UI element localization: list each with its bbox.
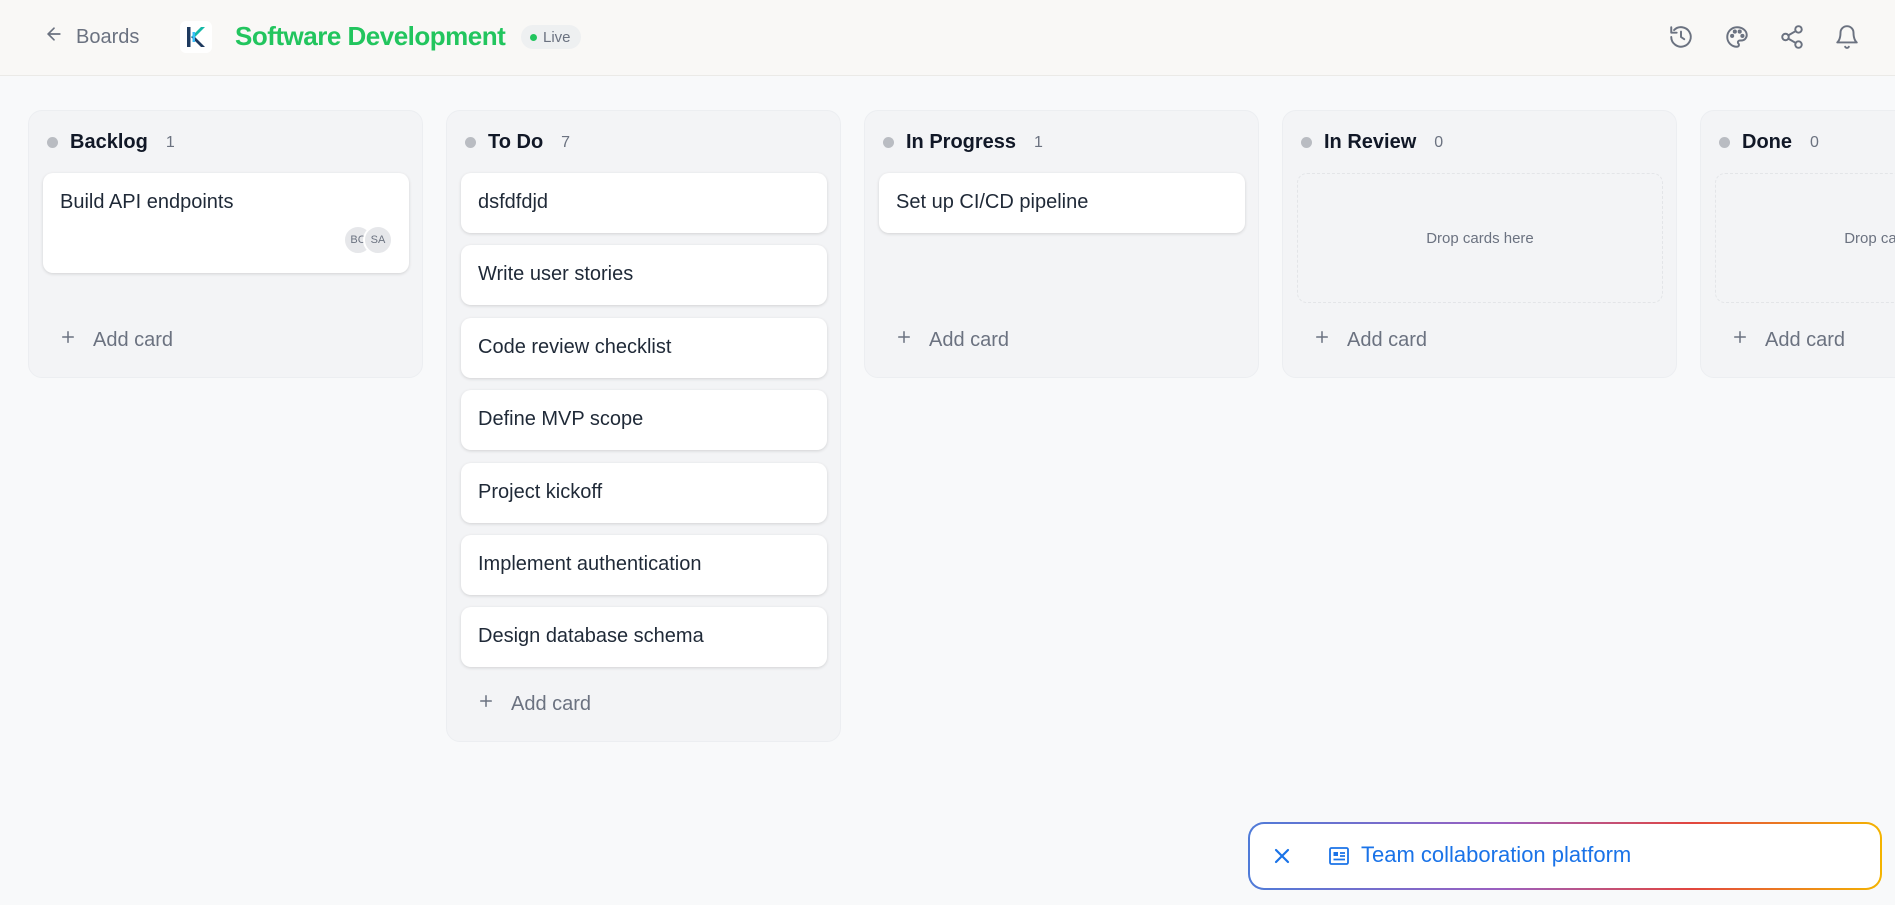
share-icon[interactable]	[1779, 24, 1805, 50]
article-icon	[1327, 844, 1351, 868]
toast-body: Team collaboration platform	[1250, 824, 1880, 888]
column-done: Done 0 Drop cards here Add card	[1700, 110, 1895, 378]
done-column-clip: Done 0 Drop cards here Add card	[1700, 110, 1895, 380]
card[interactable]: Build API endpoints BC SA	[43, 173, 409, 273]
plus-icon	[477, 692, 495, 716]
card-title: Project kickoff	[478, 481, 603, 503]
board-title: Software Development	[235, 21, 506, 51]
add-card-button[interactable]: Add card	[1731, 328, 1845, 352]
column-status-dot	[883, 137, 894, 148]
live-status-badge: Live	[521, 25, 581, 49]
column-header: In Progress 1	[883, 131, 1043, 154]
card[interactable]: dsfdfdjd	[461, 173, 827, 233]
card-dropzone[interactable]: Drop cards here	[1297, 173, 1663, 303]
dropzone-label: Drop cards here	[1844, 229, 1895, 247]
column-header: In Review 0	[1301, 131, 1443, 154]
column-count: 7	[561, 133, 571, 151]
card-title: Design database schema	[478, 625, 704, 647]
add-card-button[interactable]: Add card	[59, 328, 173, 352]
back-label: Boards	[76, 25, 140, 48]
card-title: Write user stories	[478, 263, 634, 285]
plus-icon	[1731, 328, 1749, 352]
column-title: In Review	[1324, 131, 1417, 153]
live-label: Live	[543, 28, 571, 46]
column-status-dot	[1719, 137, 1730, 148]
column-in-review: In Review 0 Drop cards here Add card	[1282, 110, 1677, 378]
column-header: Backlog 1	[47, 131, 175, 154]
column-count: 1	[1034, 133, 1043, 151]
column-status-dot	[47, 137, 58, 148]
card-title: Implement authentication	[478, 553, 702, 575]
column-title: To Do	[488, 131, 544, 153]
back-to-boards-link[interactable]: Boards	[44, 24, 139, 50]
close-icon[interactable]	[1270, 844, 1294, 868]
plus-icon	[59, 328, 77, 352]
toast-link[interactable]: Team collaboration platform	[1361, 842, 1631, 868]
card-title: Build API endpoints	[60, 191, 234, 213]
column-count: 0	[1810, 133, 1819, 151]
card[interactable]: Code review checklist	[461, 318, 827, 378]
column-status-dot	[465, 137, 476, 148]
card-title: Code review checklist	[478, 336, 672, 358]
add-card-label: Add card	[93, 328, 174, 351]
column-status-dot	[1301, 137, 1312, 148]
card[interactable]: Implement authentication	[461, 535, 827, 595]
card[interactable]: Write user stories	[461, 245, 827, 305]
add-card-label: Add card	[929, 328, 1010, 351]
column-to-do: To Do 7 dsfdfdjd Write user stories Code…	[446, 110, 841, 742]
plus-icon	[895, 328, 913, 352]
palette-icon[interactable]	[1724, 24, 1750, 50]
card-title: Define MVP scope	[478, 408, 644, 430]
avatar: SA	[363, 225, 393, 255]
top-bar: Boards Software Development Live	[0, 0, 1895, 76]
add-card-button[interactable]: Add card	[1313, 328, 1427, 352]
info-toast: Team collaboration platform	[1248, 822, 1882, 890]
card[interactable]: Set up CI/CD pipeline	[879, 173, 1245, 233]
card[interactable]: Project kickoff	[461, 463, 827, 523]
column-title: Backlog	[70, 131, 148, 153]
card[interactable]: Define MVP scope	[461, 390, 827, 450]
app-logo-icon	[180, 21, 212, 53]
column-backlog: Backlog 1 Build API endpoints BC SA Add …	[28, 110, 423, 378]
card-assignees: BC SA	[343, 225, 393, 255]
arrow-left-icon	[44, 24, 64, 50]
column-header: To Do 7	[465, 131, 570, 154]
card-title: Set up CI/CD pipeline	[896, 191, 1089, 213]
card[interactable]: Design database schema	[461, 607, 827, 667]
add-card-button[interactable]: Add card	[895, 328, 1009, 352]
card-dropzone[interactable]: Drop cards here	[1715, 173, 1895, 303]
column-in-progress: In Progress 1 Set up CI/CD pipeline Add …	[864, 110, 1259, 378]
column-count: 1	[165, 133, 175, 151]
live-dot-icon	[530, 33, 537, 41]
column-title: In Progress	[906, 131, 1017, 153]
column-count: 0	[1434, 133, 1444, 151]
add-card-button[interactable]: Add card	[477, 692, 591, 716]
add-card-label: Add card	[1765, 328, 1846, 351]
history-icon[interactable]	[1668, 24, 1694, 50]
add-card-label: Add card	[1347, 328, 1428, 351]
add-card-label: Add card	[511, 692, 592, 715]
column-title: Done	[1742, 131, 1792, 153]
dropzone-label: Drop cards here	[1426, 229, 1534, 247]
card-title: dsfdfdjd	[478, 191, 549, 213]
column-header: Done 0	[1719, 131, 1819, 154]
plus-icon	[1313, 328, 1331, 352]
bell-icon[interactable]	[1834, 24, 1860, 50]
